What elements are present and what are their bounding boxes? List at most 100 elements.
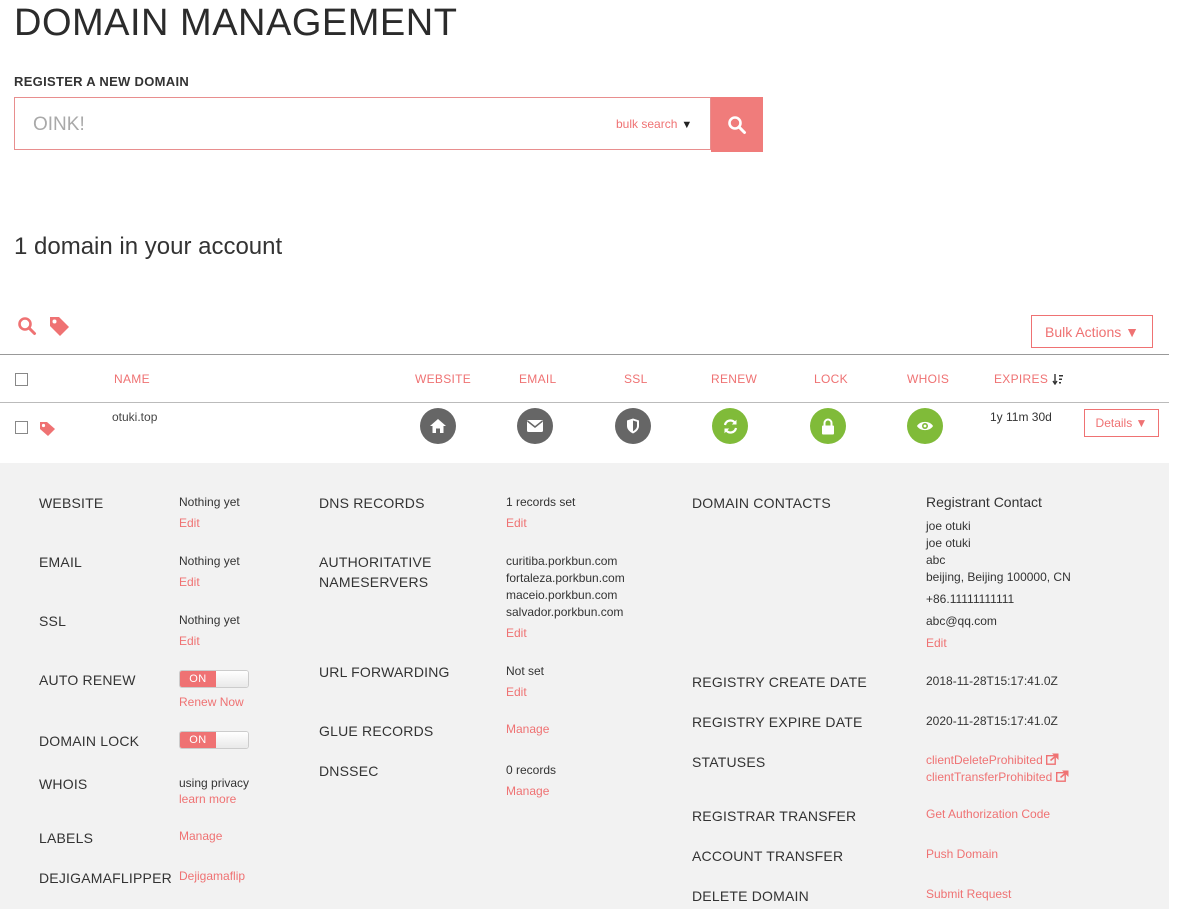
select-all-checkbox[interactable] xyxy=(15,373,28,386)
lock-status-button[interactable] xyxy=(810,408,846,444)
column-header-ssl[interactable]: SSL xyxy=(624,372,648,386)
page-title: DOMAIN MANAGEMENT xyxy=(14,2,458,44)
domain-name[interactable]: otuki.top xyxy=(112,410,157,424)
renew-now-link[interactable]: Renew Now xyxy=(179,695,244,709)
envelope-icon xyxy=(527,420,543,432)
column-header-renew[interactable]: RENEW xyxy=(711,372,757,386)
contact-email: abc@qq.com xyxy=(926,614,997,628)
email-label: EMAIL xyxy=(39,554,83,570)
domain-search-button[interactable] xyxy=(711,97,763,152)
nameserver-1: curitiba.porkbun.com xyxy=(506,554,618,568)
domain-expires: 1y 11m 30d xyxy=(990,410,1052,424)
column-header-expires-label: EXPIRES xyxy=(994,372,1049,386)
external-link-icon xyxy=(1055,770,1069,782)
dnssec-manage-link[interactable]: Manage xyxy=(506,784,549,798)
domain-lock-toggle[interactable]: ON xyxy=(179,731,249,749)
nameservers-edit-link[interactable]: Edit xyxy=(506,626,527,640)
renew-status-button[interactable] xyxy=(712,408,748,444)
registry-create-date-label: REGISTRY CREATE DATE xyxy=(692,674,867,690)
column-header-expires[interactable]: EXPIRES xyxy=(994,372,1064,386)
registry-create-date-value: 2018-11-28T15:17:41.0Z xyxy=(926,674,1058,688)
eye-icon xyxy=(917,421,933,431)
row-label-button[interactable] xyxy=(39,421,56,441)
bulk-search-dropdown[interactable]: bulk search ▼ xyxy=(616,117,692,131)
dns-records-edit-link[interactable]: Edit xyxy=(506,516,527,530)
submit-request-link[interactable]: Submit Request xyxy=(926,887,1011,901)
sort-icon xyxy=(1052,374,1063,386)
domain-lock-toggle-state: ON xyxy=(180,732,216,748)
email-edit-link[interactable]: Edit xyxy=(179,575,200,589)
whois-status-button[interactable] xyxy=(907,408,943,444)
column-header-whois[interactable]: WHOIS xyxy=(907,372,949,386)
ssl-edit-link[interactable]: Edit xyxy=(179,634,200,648)
ssl-label: SSL xyxy=(39,613,67,629)
website-value: Nothing yet xyxy=(179,495,240,509)
contact-line-3: abc xyxy=(926,553,946,567)
url-forwarding-label: URL FORWARDING xyxy=(319,664,450,680)
table-header-divider xyxy=(0,402,1169,403)
home-icon xyxy=(430,419,446,433)
caret-down-icon: ▼ xyxy=(681,119,693,131)
column-header-name[interactable]: NAME xyxy=(114,372,150,386)
domain-search-input[interactable] xyxy=(31,98,595,151)
labels-label: LABELS xyxy=(39,830,94,846)
dnssec-label: DNSSEC xyxy=(319,763,379,779)
website-status-button[interactable] xyxy=(420,408,456,444)
dejigamaflip-link[interactable]: Dejigamaflip xyxy=(179,869,245,883)
email-status-button[interactable] xyxy=(517,408,553,444)
search-icon xyxy=(728,115,746,134)
dns-records-label: DNS RECORDS xyxy=(319,495,425,511)
status-link-2[interactable]: clientTransferProhibited xyxy=(926,770,1069,784)
shield-icon xyxy=(627,418,639,434)
domain-search-box: bulk search▼ xyxy=(14,97,711,151)
search-icon xyxy=(18,317,36,335)
details-toggle-button[interactable]: Details ▼ xyxy=(1084,409,1159,437)
status-link-1[interactable]: clientDeleteProhibited xyxy=(926,753,1059,767)
url-forwarding-value: Not set xyxy=(506,664,545,678)
glue-records-manage-link[interactable]: Manage xyxy=(506,722,549,736)
table-top-divider xyxy=(0,354,1169,355)
whois-value: using privacy xyxy=(179,776,250,790)
status-link-1-text: clientDeleteProhibited xyxy=(926,753,1043,767)
tag-icon xyxy=(50,317,69,336)
dns-records-value: 1 records set xyxy=(506,495,576,509)
contact-edit-link[interactable]: Edit xyxy=(926,636,947,650)
website-edit-link[interactable]: Edit xyxy=(179,516,200,530)
whois-label: WHOIS xyxy=(39,776,88,792)
nameserver-4: salvador.porkbun.com xyxy=(506,605,624,619)
glue-records-label: GLUE RECORDS xyxy=(319,723,434,739)
statuses-label: STATUSES xyxy=(692,754,766,770)
nameserver-2: fortaleza.porkbun.com xyxy=(506,571,625,585)
labels-manage-link[interactable]: Manage xyxy=(179,829,222,843)
bulk-search-label: bulk search xyxy=(616,117,678,131)
tag-icon xyxy=(40,422,55,436)
contact-phone: +86.11111111111 xyxy=(926,592,1015,606)
column-header-lock[interactable]: LOCK xyxy=(814,372,848,386)
website-label: WEBSITE xyxy=(39,495,104,511)
ssl-status-button[interactable] xyxy=(615,408,651,444)
nameservers-label-line2: NAMESERVERS xyxy=(319,574,429,590)
ssl-value: Nothing yet xyxy=(179,613,240,627)
account-transfer-label: ACCOUNT TRANSFER xyxy=(692,848,844,864)
email-value: Nothing yet xyxy=(179,554,240,568)
whois-learn-more-link[interactable]: learn more xyxy=(179,792,236,806)
bulk-actions-button[interactable]: Bulk Actions ▼ xyxy=(1031,315,1153,348)
nameservers-label-line1: AUTHORITATIVE xyxy=(319,554,432,570)
push-domain-link[interactable]: Push Domain xyxy=(926,847,998,861)
lock-icon xyxy=(822,418,834,434)
row-select-checkbox[interactable] xyxy=(15,421,28,434)
filter-labels-button[interactable] xyxy=(49,316,70,341)
delete-domain-label: DELETE DOMAIN xyxy=(692,888,809,904)
registrant-contact-heading: Registrant Contact xyxy=(926,494,1042,510)
filter-search-button[interactable] xyxy=(17,316,37,341)
column-header-email[interactable]: EMAIL xyxy=(519,372,557,386)
column-header-website[interactable]: WEBSITE xyxy=(415,372,471,386)
register-domain-label: REGISTER A NEW DOMAIN xyxy=(14,74,190,89)
url-forwarding-edit-link[interactable]: Edit xyxy=(506,685,527,699)
auto-renew-toggle[interactable]: ON xyxy=(179,670,249,688)
domain-lock-label: DOMAIN LOCK xyxy=(39,733,140,749)
auto-renew-label: AUTO RENEW xyxy=(39,672,136,688)
refresh-icon xyxy=(723,418,737,434)
get-authorization-code-link[interactable]: Get Authorization Code xyxy=(926,807,1050,821)
contact-line-4: beijing, Beijing 100000, CN xyxy=(926,570,1071,584)
